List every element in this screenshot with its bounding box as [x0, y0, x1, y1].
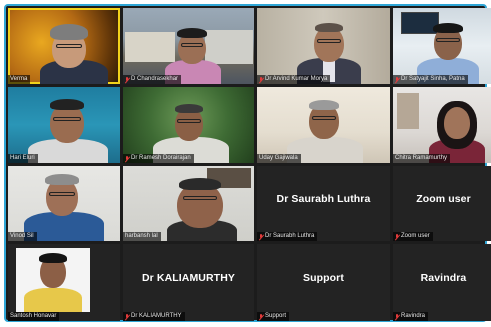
participant-grid: Verma D Chandrasekhar Dr Arvind Kumar Mo… — [8, 8, 491, 321]
participant-name-label: Uday Gajiwala — [257, 154, 301, 163]
participant-video — [36, 16, 116, 84]
participant-tile-vinod-sil[interactable]: Vinod Sil — [8, 166, 120, 241]
participant-name-label: Ravindra — [393, 312, 429, 321]
mic-muted-icon — [259, 233, 263, 240]
participant-tile-verma[interactable]: Verma — [8, 8, 120, 84]
participant-tile-d-chandrasekhar[interactable]: D Chandrasekhar — [123, 8, 254, 84]
participant-name-label: Verma — [8, 75, 31, 84]
participant-tile-chitra-ramamurthy[interactable]: Chitra Ramamurthy — [393, 87, 491, 163]
participant-video — [18, 170, 108, 241]
participant-name-label: Dr Arvind Kumar Morya — [257, 75, 331, 84]
participant-tile-ramesh-dorairajan[interactable]: Dr Ramesh Dorairajan — [123, 87, 254, 163]
profile-picture — [16, 248, 90, 312]
participant-name-label: Santosh Honavar — [8, 312, 60, 321]
participant-display-name: Dr KALIAMURTHY — [142, 271, 235, 284]
mic-muted-icon — [125, 313, 129, 320]
participant-name-label: Dr Satyajit Sinha, Patna — [393, 75, 468, 84]
participant-tile-satyajit-sinha[interactable]: Dr Satyajit Sinha, Patna — [393, 8, 491, 84]
mic-muted-icon — [125, 76, 129, 83]
participant-video — [297, 14, 361, 84]
participant-video — [427, 93, 487, 163]
participant-name-label: Dr Saurabh Luthra — [257, 232, 318, 241]
mic-muted-icon — [395, 233, 399, 240]
participant-name-label: D Chandrasekhar — [123, 75, 182, 84]
participant-name-label: Vinod Sil — [8, 232, 37, 241]
participant-display-name: Ravindra — [420, 271, 467, 284]
participant-display-name: Dr Saurabh Luthra — [276, 192, 371, 205]
mic-muted-icon — [395, 313, 399, 320]
participant-name-label: harbansh lal — [123, 232, 161, 241]
participant-display-name: Support — [303, 271, 344, 284]
participant-video — [417, 14, 479, 84]
participant-tile-ravindra[interactable]: Ravindra Ravindra — [393, 244, 491, 321]
mic-muted-icon — [395, 76, 399, 83]
mic-muted-icon — [125, 155, 129, 162]
participant-tile-uday-gajiwala[interactable]: Uday Gajiwala — [257, 87, 390, 163]
participant-video — [28, 93, 108, 163]
participant-name-label: Chitra Ramamurthy — [393, 154, 451, 163]
participant-video — [161, 174, 241, 241]
participant-name-label: Support — [257, 312, 290, 321]
background-frame — [397, 93, 419, 129]
participant-tile-harbansh-lal[interactable]: harbansh lal — [123, 166, 254, 241]
participant-tile-saurabh-luthra[interactable]: Dr Saurabh Luthra Dr Saurabh Luthra — [257, 166, 390, 241]
participant-name-label: Dr Ramesh Dorairajan — [123, 154, 194, 163]
participant-tile-hari-eluri[interactable]: Hari Eluri — [8, 87, 120, 163]
participant-name-label: Dr KALIAMURTHY — [123, 312, 185, 321]
participant-tile-santosh-honavar[interactable]: Santosh Honavar — [8, 244, 120, 321]
mic-muted-icon — [259, 76, 263, 83]
participant-tile-zoom-user[interactable]: Zoom user Zoom user — [393, 166, 491, 241]
participant-tile-arvind-kumar-morya[interactable]: Dr Arvind Kumar Morya — [257, 8, 390, 84]
participant-name-label: Hari Eluri — [8, 154, 38, 163]
participant-name-label: Zoom user — [393, 232, 433, 241]
mic-muted-icon — [259, 313, 263, 320]
participant-tile-support[interactable]: Support Support — [257, 244, 390, 321]
participant-display-name: Zoom user — [416, 192, 471, 205]
participant-video — [287, 93, 363, 163]
participant-tile-kaliamurthy[interactable]: Dr KALIAMURTHY Dr KALIAMURTHY — [123, 244, 254, 321]
video-gallery-frame: Verma D Chandrasekhar Dr Arvind Kumar Mo… — [4, 4, 491, 322]
